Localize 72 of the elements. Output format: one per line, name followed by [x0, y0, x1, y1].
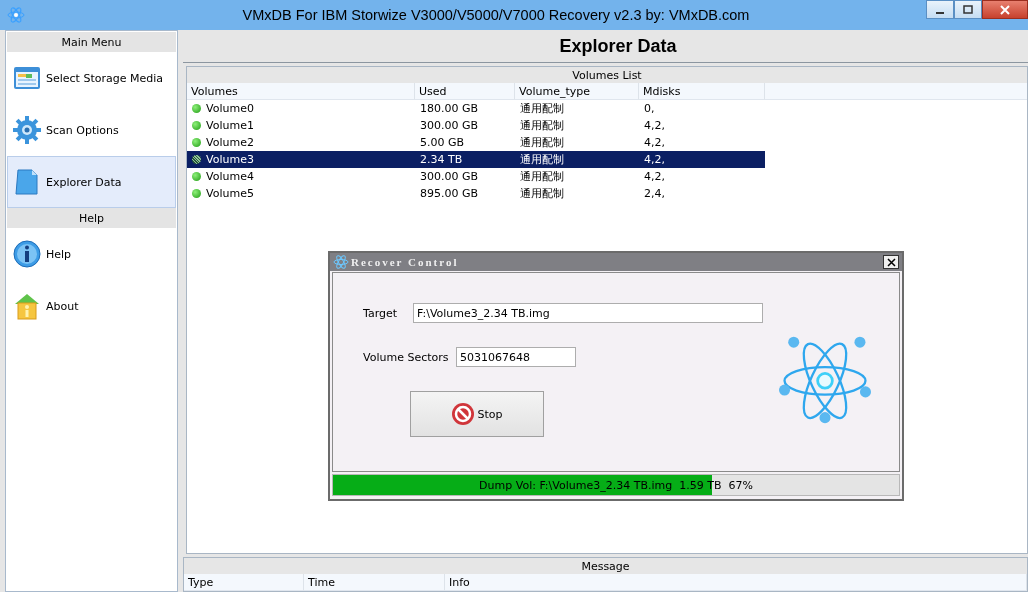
- atom-icon: [6, 5, 26, 25]
- sidebar-item-label: Scan Options: [46, 123, 119, 137]
- column-header[interactable]: Volumes: [187, 83, 415, 100]
- table-cell-text: 4,2,: [643, 118, 666, 134]
- volume-row-cell[interactable]: Volume1: [187, 117, 415, 134]
- sectors-field[interactable]: 5031067648: [456, 347, 576, 367]
- column-header[interactable]: Time: [304, 574, 445, 591]
- table-cell: 4,2,: [639, 151, 765, 168]
- sidebar-item-label: Select Storage Media: [46, 71, 163, 85]
- sidebar-item-label: Explorer Data: [46, 175, 122, 189]
- close-icon: [1000, 4, 1010, 15]
- table-cell-text: 4,2,: [643, 169, 666, 185]
- column-header[interactable]: Mdisks: [639, 83, 765, 100]
- sidebar-item[interactable]: Explorer Data: [7, 156, 176, 208]
- status-dot-icon: [192, 104, 201, 113]
- minimize-icon: [936, 11, 944, 14]
- table-cell-text: 通用配制: [519, 169, 565, 185]
- close-icon: [886, 257, 896, 267]
- volume-row-cell[interactable]: Volume0: [187, 100, 415, 117]
- sidebar-header: Help: [7, 208, 176, 228]
- minimize-button[interactable]: [926, 0, 954, 19]
- sidebar-item[interactable]: Help: [7, 228, 176, 280]
- table-cell-text: 300.00 GB: [419, 118, 480, 134]
- table-cell-text: 0,: [643, 101, 656, 117]
- column-header[interactable]: Volume_type: [515, 83, 639, 100]
- status-dot-icon: [192, 172, 201, 181]
- window-title: VMxDB For IBM Storwize V3000/V5000/V7000 Recovery v2.3 by: VMxDB.com: [241, 7, 751, 23]
- column-header[interactable]: Info: [445, 574, 1027, 591]
- no-entry-icon: [451, 402, 476, 426]
- volume-row-cell[interactable]: Volume2: [187, 134, 415, 151]
- sidebar-item-label: About: [46, 299, 79, 313]
- sidebar-item[interactable]: About: [7, 280, 176, 332]
- info-icon: [12, 239, 42, 269]
- target-field[interactable]: F:\Volume3_2.34 TB.img: [413, 303, 763, 323]
- table-cell-text: 通用配制: [519, 186, 565, 202]
- stop-button[interactable]: Stop: [410, 391, 544, 437]
- target-label: Target: [363, 306, 399, 320]
- table-cell-text: 180.00 GB: [419, 101, 480, 117]
- panel-title: Volumes List: [187, 67, 1027, 83]
- close-button[interactable]: [982, 0, 1028, 19]
- table-cell-text: 通用配制: [519, 135, 565, 151]
- table-cell-text: 5.00 GB: [419, 135, 466, 151]
- table-cell: 通用配制: [515, 151, 639, 168]
- table-cell-text: 895.00 GB: [419, 186, 480, 202]
- table-cell-text: 300.00 GB: [419, 169, 480, 185]
- table-cell-text: 通用配制: [519, 101, 565, 117]
- maximize-button[interactable]: [954, 0, 982, 19]
- maximize-icon: [963, 4, 973, 15]
- sidebar-header: Main Menu: [7, 32, 176, 52]
- close-button[interactable]: [883, 255, 899, 269]
- atom-icon: [333, 255, 349, 269]
- volume-row-cell[interactable]: Volume5: [187, 185, 415, 202]
- status-dot-icon: [192, 189, 201, 198]
- sidebar-item[interactable]: Scan Options: [7, 104, 176, 156]
- panel-title: Message: [184, 558, 1027, 574]
- volume-row-cell[interactable]: Volume3: [187, 151, 415, 168]
- dialog-title: Recover Control: [351, 256, 460, 268]
- column-header[interactable]: Used: [415, 83, 515, 100]
- volume-row-cell[interactable]: Volume4: [187, 168, 415, 185]
- status-dot-icon: [192, 121, 201, 130]
- gear-icon: [12, 115, 42, 145]
- table-cell: 2.34 TB: [415, 151, 515, 168]
- status-dot-icon: [192, 138, 201, 147]
- page-title: Explorer Data: [183, 30, 1028, 63]
- status-dot-icon: [192, 155, 201, 164]
- table-cell-text: 4,2,: [643, 135, 666, 151]
- sidebar-item-label: Help: [46, 247, 72, 261]
- sidebar-item[interactable]: Select Storage Media: [7, 52, 176, 104]
- column-header[interactable]: Type: [184, 574, 304, 591]
- table-cell-text: 通用配制: [519, 118, 565, 134]
- sectors-label: Volume Sectors: [363, 350, 450, 364]
- table-cell-text: 2,4,: [643, 186, 666, 202]
